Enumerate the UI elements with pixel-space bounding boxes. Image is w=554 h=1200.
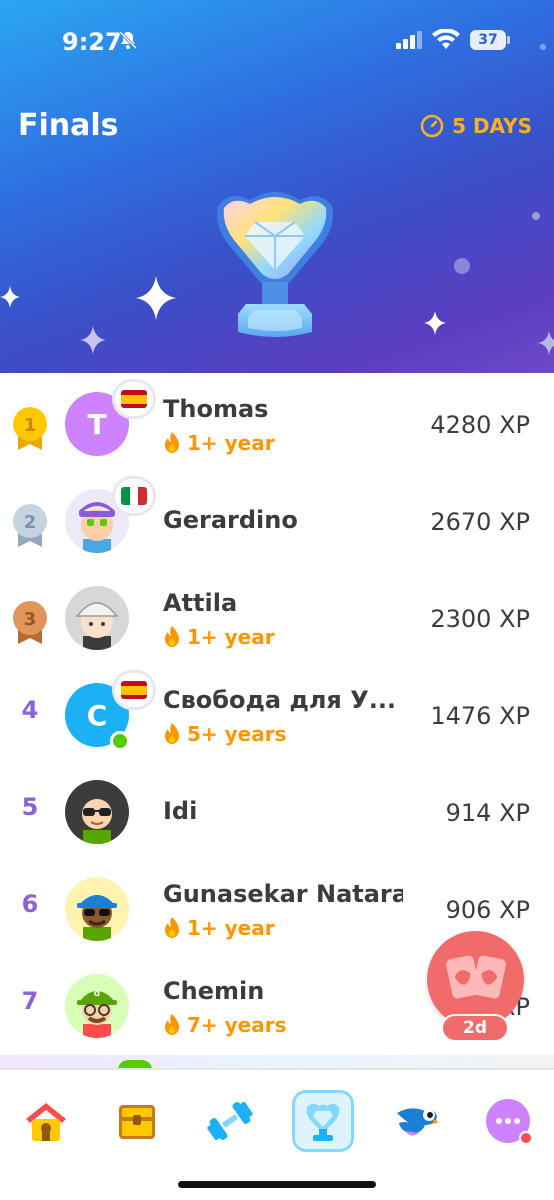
chest-icon bbox=[119, 1105, 155, 1139]
streak-label: 5+ years bbox=[187, 722, 287, 746]
tab-quests[interactable] bbox=[106, 1090, 168, 1152]
more-icon bbox=[486, 1099, 532, 1145]
leaderboard-row[interactable]: 1 T Thomas 1+ year 4280 XP bbox=[0, 373, 554, 470]
league-timer: 5 DAYS bbox=[420, 114, 532, 138]
xp-value: 2670 XP bbox=[430, 508, 530, 536]
leaderboard-row[interactable]: 5 Idi 914 XP bbox=[0, 761, 554, 858]
streak: 5+ years bbox=[163, 722, 287, 746]
xp-value: 906 XP bbox=[445, 896, 530, 924]
streak: 1+ year bbox=[163, 916, 275, 940]
user-name: Chemin bbox=[163, 977, 265, 1005]
xp-value: 4280 XP bbox=[430, 411, 530, 439]
league-header: 9:27 37 Finals 5 DAYS bbox=[0, 0, 554, 373]
streak: 7+ years bbox=[163, 1013, 287, 1037]
xp-value: 914 XP bbox=[445, 799, 530, 827]
xp-value: 1476 XP bbox=[430, 702, 530, 730]
character-avatar-icon: d bbox=[77, 989, 117, 1038]
trophy-icon bbox=[306, 1103, 340, 1141]
flame-icon bbox=[165, 917, 179, 938]
online-indicator bbox=[110, 731, 130, 751]
clock-icon bbox=[420, 114, 444, 138]
bird-icon bbox=[397, 1108, 439, 1136]
sparkle-icon bbox=[538, 330, 554, 356]
home-indicator bbox=[178, 1181, 376, 1188]
user-name: Gunasekar Nataraj bbox=[163, 880, 403, 908]
tab-more[interactable] bbox=[477, 1090, 539, 1152]
leaderboard-row[interactable]: 3 Attila 1+ year 2300 XP bbox=[0, 567, 554, 664]
flame-icon bbox=[165, 723, 179, 744]
battery-tip bbox=[507, 36, 510, 44]
battery-level: 37 bbox=[470, 30, 506, 50]
rank-number: 2 bbox=[24, 512, 37, 533]
home-icon bbox=[26, 1103, 66, 1141]
user-name: Idi bbox=[163, 797, 198, 825]
sparkle-icon bbox=[136, 276, 176, 320]
status-time: 9:27 bbox=[62, 28, 122, 56]
rank-number: 1 bbox=[24, 415, 37, 436]
league-title: Finals bbox=[18, 108, 119, 143]
flame-icon bbox=[165, 432, 179, 453]
tab-characters[interactable] bbox=[384, 1090, 446, 1152]
user-name: Attila bbox=[163, 589, 238, 617]
diamond-trophy-icon bbox=[217, 192, 333, 337]
time-remaining-badge: 2d bbox=[441, 1014, 509, 1042]
user-name: Свобода для У... bbox=[163, 686, 397, 714]
italy-flag-icon bbox=[121, 487, 147, 505]
flag-badge bbox=[112, 379, 156, 419]
flag-badge bbox=[112, 476, 156, 516]
bronze-medal-icon: 3 bbox=[13, 601, 47, 644]
sparkle-icon bbox=[80, 326, 106, 354]
avatar[interactable] bbox=[65, 877, 129, 941]
status-bar: 9:27 37 bbox=[0, 0, 554, 80]
user-name: Gerardino bbox=[163, 506, 298, 534]
avatar[interactable]: d bbox=[65, 974, 129, 1038]
rank-number: 5 bbox=[21, 793, 39, 821]
gold-medal-icon: 1 bbox=[13, 407, 47, 450]
streak-label: 1+ year bbox=[187, 431, 275, 455]
spain-flag-icon bbox=[121, 390, 147, 408]
glow-dot bbox=[454, 258, 470, 274]
svg-text:d: d bbox=[94, 989, 100, 999]
flame-icon bbox=[165, 1014, 179, 1035]
flame-icon bbox=[165, 626, 179, 647]
signal-icon bbox=[396, 31, 422, 49]
tab-learn[interactable] bbox=[15, 1090, 77, 1152]
streak-label: 7+ years bbox=[187, 1013, 287, 1037]
flag-badge bbox=[112, 670, 156, 710]
leaderboard-row[interactable]: 4 C Свобода для У... 5+ years 1476 XP bbox=[0, 664, 554, 761]
xp-value: 2300 XP bbox=[430, 605, 530, 633]
sparkle-icon bbox=[424, 310, 446, 336]
tab-practice[interactable] bbox=[199, 1090, 261, 1152]
avatar[interactable] bbox=[65, 586, 129, 650]
streak-label: 1+ year bbox=[187, 916, 275, 940]
character-avatar-icon bbox=[75, 602, 119, 650]
character-avatar-icon bbox=[65, 780, 129, 844]
streak: 1+ year bbox=[163, 431, 275, 455]
dumbbell-icon bbox=[207, 1102, 253, 1140]
silver-medal-icon: 2 bbox=[13, 504, 47, 547]
user-name: Thomas bbox=[163, 395, 269, 423]
sparkle-icon bbox=[0, 286, 20, 308]
spain-flag-icon bbox=[121, 681, 147, 699]
rank-number: 4 bbox=[21, 696, 39, 724]
glow-dot bbox=[540, 44, 546, 50]
bell-slash-icon bbox=[118, 30, 138, 50]
rank-number: 6 bbox=[21, 890, 39, 918]
avatar[interactable] bbox=[65, 780, 129, 844]
wifi-icon bbox=[432, 29, 460, 49]
streak-label: 1+ year bbox=[187, 625, 275, 649]
promotion-divider bbox=[0, 1055, 554, 1069]
rank-number: 3 bbox=[24, 609, 37, 630]
streak: 1+ year bbox=[163, 625, 275, 649]
leaderboard-row[interactable]: 2 Gerardino 2670 XP bbox=[0, 470, 554, 567]
glow-dot bbox=[532, 212, 540, 220]
battery-indicator: 37 bbox=[470, 30, 510, 50]
quest-cards-icon bbox=[446, 955, 506, 999]
character-avatar-icon bbox=[77, 895, 117, 941]
league-time-left: 5 DAYS bbox=[452, 114, 532, 138]
rank-number: 7 bbox=[21, 987, 39, 1015]
tab-leaderboard[interactable] bbox=[292, 1090, 354, 1152]
